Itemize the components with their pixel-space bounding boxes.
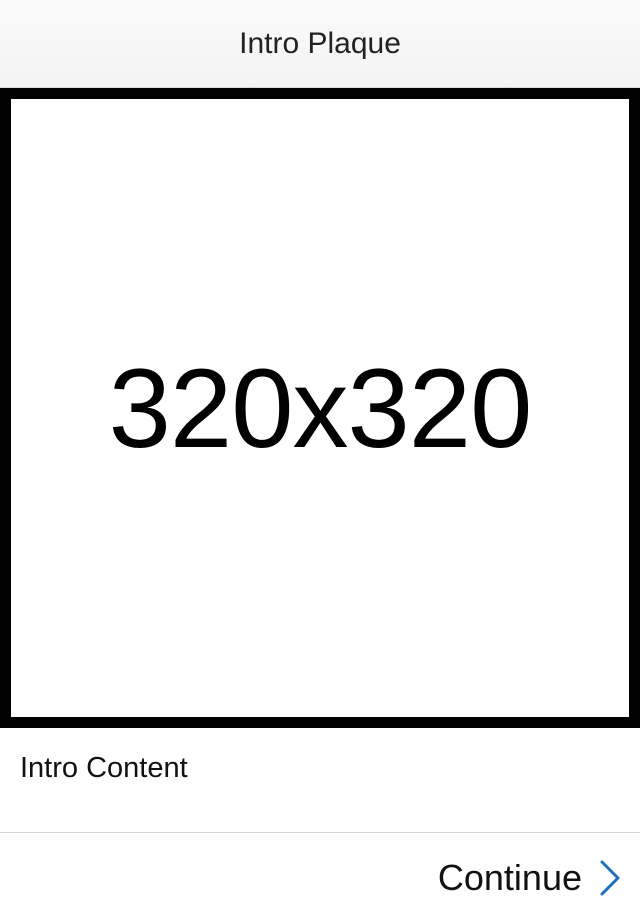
- intro-content-text: Intro Content: [20, 752, 188, 784]
- page-title: Intro Plaque: [239, 27, 401, 60]
- divider: [0, 832, 640, 833]
- image-placeholder: 320x320: [0, 88, 640, 728]
- chevron-right-icon: [600, 860, 620, 896]
- continue-button[interactable]: Continue: [438, 850, 622, 906]
- image-placeholder-label: 320x320: [108, 345, 533, 471]
- continue-label: Continue: [437, 857, 582, 898]
- navigation-bar: Intro Plaque: [0, 0, 640, 88]
